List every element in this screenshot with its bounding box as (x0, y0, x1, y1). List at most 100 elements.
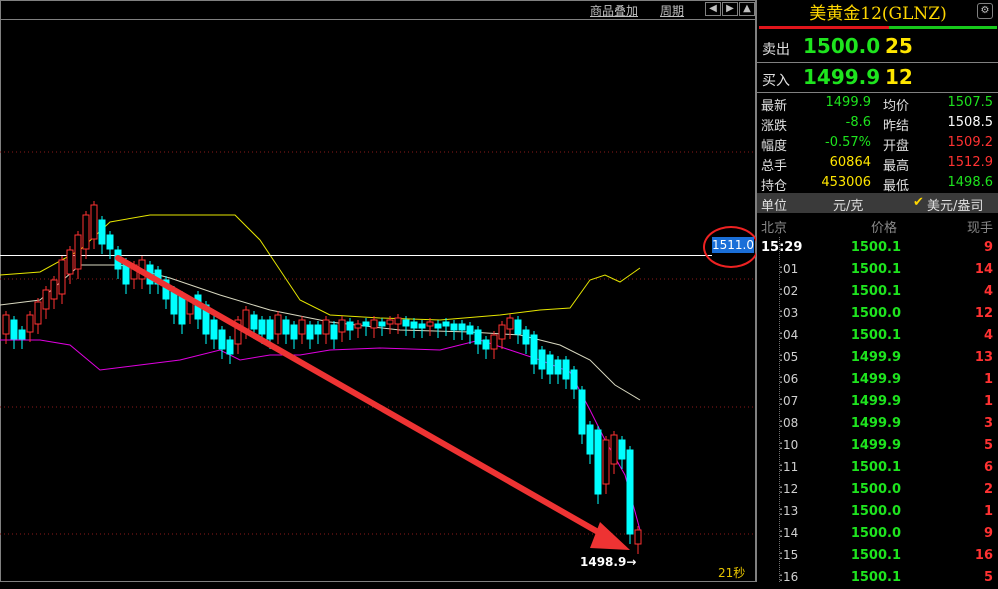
tick-row[interactable]: :01 1500.1 14 (757, 259, 998, 281)
candle-body (634, 529, 642, 545)
tick-row[interactable]: :05 1499.9 13 (757, 347, 998, 369)
candle-body (306, 324, 314, 340)
candle-body (538, 349, 546, 370)
candle-body (402, 319, 410, 327)
arrow-left-icon[interactable]: ◀ (705, 2, 721, 16)
tick-row[interactable]: :11 1500.1 6 (757, 457, 998, 479)
tick-price: 1500.0 (850, 504, 901, 519)
quote-label: 昨结 (883, 119, 910, 134)
quote-label: 持仓 (761, 179, 788, 194)
tick-price: 1500.1 (850, 328, 901, 343)
candle-body (82, 214, 90, 250)
tick-time: 15:29 (761, 240, 803, 255)
buy-row: 买入 1499.9 12 (757, 62, 998, 92)
candle-body (90, 204, 98, 240)
tick-time: :11 (779, 460, 799, 474)
sell-qty: 25 (885, 34, 913, 58)
candle-body (242, 309, 250, 330)
ticks-header: 北京 价格 现手 (757, 215, 998, 236)
candle-body (322, 319, 330, 335)
overlay-link[interactable]: 商品叠加 (590, 2, 638, 19)
tick-row[interactable]: :12 1500.0 2 (757, 479, 998, 501)
tick-price: 1499.9 (850, 350, 901, 365)
candle-body (490, 334, 498, 350)
quote-row: 涨跌 -8.6 昨结 1508.5 (757, 113, 998, 134)
tick-row[interactable]: :14 1500.0 9 (757, 523, 998, 545)
candle-body (258, 319, 266, 335)
candle-body (442, 321, 450, 327)
tick-row[interactable]: :16 1500.1 5 (757, 567, 998, 589)
tick-row[interactable]: :10 1499.9 5 (757, 435, 998, 457)
tick-row[interactable]: :13 1500.0 1 (757, 501, 998, 523)
tick-row[interactable]: :08 1499.9 3 (757, 413, 998, 435)
quote-label: 最低 (883, 179, 910, 194)
candle-body (602, 439, 610, 485)
unit-usd-option[interactable]: 美元/盎司 (927, 195, 983, 214)
ticks-header-time: 北京 (761, 221, 788, 236)
quote-label: 涨跌 (761, 119, 788, 134)
tick-time: :10 (779, 438, 799, 452)
tick-row[interactable]: :04 1500.1 4 (757, 325, 998, 347)
unit-cny-option[interactable]: 元/克 (833, 195, 863, 214)
sell-label: 卖出 (762, 42, 790, 58)
arrow-right-small-icon: → (626, 555, 637, 569)
tick-volume: 12 (974, 306, 993, 321)
chart-canvas[interactable] (0, 0, 756, 582)
quote-label: 最新 (761, 99, 788, 114)
candle-body (250, 314, 258, 330)
tick-price: 1500.0 (850, 526, 901, 541)
candle-body (18, 329, 26, 340)
candle-body (274, 314, 282, 335)
tick-price: 1499.9 (850, 416, 901, 431)
tick-time: :07 (779, 394, 799, 408)
tick-time: :15 (779, 548, 799, 562)
tick-price: 1500.1 (850, 570, 901, 585)
tick-volume: 1 (983, 504, 993, 519)
candlestick-chart[interactable]: 商品叠加 周期 ◀ ▶ ▲ 1511.0 1498.9→ 21秒 (0, 0, 759, 582)
quote-label: 开盘 (883, 139, 910, 154)
quote-value: -8.6 (845, 115, 871, 130)
period-link[interactable]: 周期 (660, 2, 684, 19)
quote-value: 1507.5 (947, 95, 994, 110)
quote-value: 1508.5 (947, 115, 994, 130)
candle-body (10, 319, 18, 340)
candle-body (2, 314, 10, 335)
tick-volume: 2 (983, 482, 993, 497)
chart-frame (0, 0, 756, 582)
tick-volume: 5 (983, 438, 993, 453)
candle-body (74, 234, 82, 270)
gear-icon[interactable]: ⚙ (977, 3, 993, 19)
arrow-right-icon[interactable]: ▶ (722, 2, 738, 16)
candle-body (346, 321, 354, 331)
tick-price: 1500.0 (850, 306, 901, 321)
quote-panel: 美黄金12(GLNZ) ⚙ 卖出 1500.0 25 买入 1499.9 12 … (756, 0, 998, 585)
candle-body (594, 429, 602, 495)
quote-value: 1499.9 (825, 95, 872, 110)
low-price-label: 1498.9→ (580, 555, 637, 569)
tick-row[interactable]: 15:29 1500.1 9 (757, 237, 998, 259)
quote-value: 1509.2 (947, 135, 994, 150)
quote-value: 1512.9 (947, 155, 994, 170)
countdown-timer: 21秒 (718, 566, 746, 580)
candle-body (554, 359, 562, 375)
candle-body (570, 369, 578, 390)
tick-volume: 13 (974, 350, 993, 365)
tick-row[interactable]: :02 1500.1 4 (757, 281, 998, 303)
candle-body (34, 301, 42, 325)
quote-label: 幅度 (761, 139, 788, 154)
tick-volume: 1 (983, 394, 993, 409)
tick-row[interactable]: :07 1499.9 1 (757, 391, 998, 413)
sell-row: 卖出 1500.0 25 (757, 31, 998, 61)
tick-row[interactable]: :06 1499.9 1 (757, 369, 998, 391)
buy-price: 1499.9 (803, 65, 881, 89)
tick-row[interactable]: :03 1500.0 12 (757, 303, 998, 325)
arrow-up-icon[interactable]: ▲ (739, 2, 755, 16)
tick-time: :04 (779, 328, 799, 342)
candle-body (450, 323, 458, 331)
quote-row: 幅度 -0.57% 开盘 1509.2 (757, 133, 998, 154)
candle-body (66, 249, 74, 275)
tick-volume: 9 (983, 526, 993, 541)
tick-row[interactable]: :15 1500.1 16 (757, 545, 998, 567)
sell-price: 1500.0 (803, 34, 881, 58)
tick-price: 1500.1 (850, 240, 901, 255)
